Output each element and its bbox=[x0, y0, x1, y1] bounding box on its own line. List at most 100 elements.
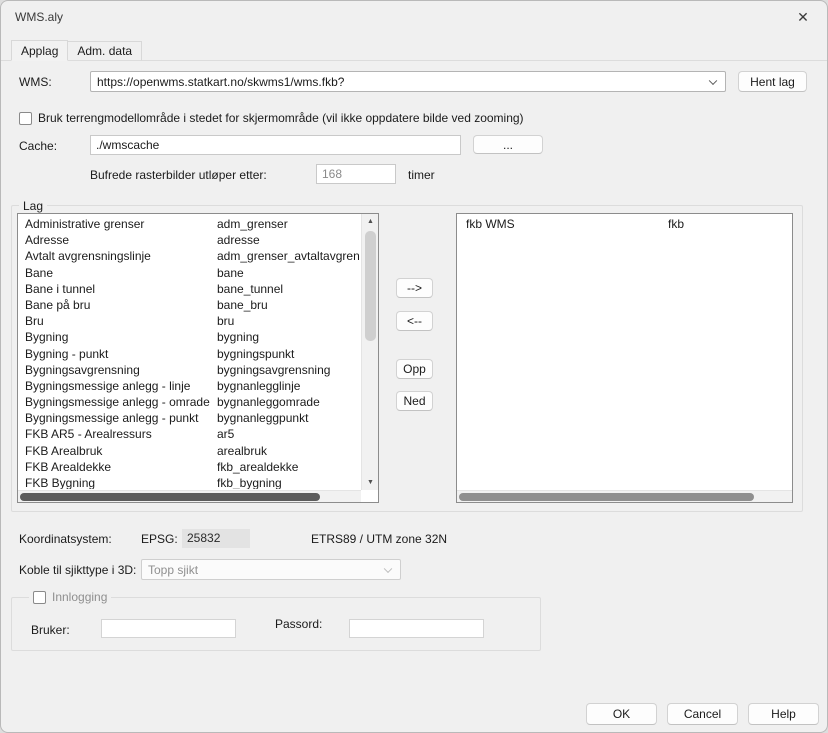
layer-name: Bru bbox=[19, 313, 217, 329]
checkbox-box-icon[interactable] bbox=[33, 591, 46, 604]
help-button[interactable]: Help bbox=[748, 703, 819, 725]
layer-name: Adresse bbox=[19, 232, 217, 248]
layer-code: fkb_arealdekke bbox=[217, 459, 360, 475]
list-item[interactable]: FKB Arealdekkefkb_arealdekke bbox=[19, 459, 360, 475]
horizontal-scroll-thumb[interactable] bbox=[459, 493, 754, 501]
scroll-up-icon[interactable]: ▲ bbox=[362, 214, 379, 229]
layer-name: Bane bbox=[19, 265, 217, 281]
wms-url-value: https://openwms.statkart.no/skwms1/wms.f… bbox=[97, 75, 344, 89]
list-item[interactable]: Administrative grenseradm_grenser bbox=[19, 216, 360, 232]
list-item[interactable]: Brubru bbox=[19, 313, 360, 329]
title-bar: WMS.aly ✕ bbox=[1, 1, 827, 33]
buffer-hours-input[interactable] bbox=[316, 164, 396, 184]
available-layers-list[interactable]: Administrative grenseradm_grenserAdresse… bbox=[17, 213, 379, 503]
tab-adm-data[interactable]: Adm. data bbox=[67, 41, 142, 61]
vertical-scroll-thumb[interactable] bbox=[365, 231, 376, 341]
horizontal-scrollbar[interactable] bbox=[18, 490, 361, 502]
available-layers-rows: Administrative grenseradm_grenserAdresse… bbox=[19, 216, 360, 489]
terrain-checkbox-label: Bruk terrengmodellområde i stedet for sk… bbox=[38, 111, 524, 125]
scroll-down-icon[interactable]: ▼ bbox=[362, 475, 379, 490]
list-item[interactable]: Avtalt avgrensningslinjeadm_grenser_avta… bbox=[19, 248, 360, 264]
list-item[interactable]: FKB Arealbrukarealbruk bbox=[19, 443, 360, 459]
move-right-button[interactable]: --> bbox=[396, 278, 433, 298]
layer-name: FKB Arealbruk bbox=[19, 443, 217, 459]
list-item[interactable]: Bygningsmessige anlegg - linjebygnanlegg… bbox=[19, 378, 360, 394]
epsg-value: 25832 bbox=[182, 529, 250, 548]
layer-name: Bane på bru bbox=[19, 297, 217, 313]
layer-name: Avtalt avgrensningslinje bbox=[19, 248, 217, 264]
list-item[interactable]: fkb WMSfkb bbox=[458, 216, 791, 232]
layer-name: Bygningsmessige anlegg - linje bbox=[19, 378, 217, 394]
passord-input[interactable] bbox=[349, 619, 484, 638]
layer-name: Administrative grenser bbox=[19, 216, 217, 232]
vertical-scrollbar[interactable]: ▲ ▼ bbox=[361, 214, 378, 490]
horizontal-scrollbar[interactable] bbox=[457, 490, 792, 502]
layer-name: Bygning bbox=[19, 329, 217, 345]
list-item[interactable]: FKB Bygningfkb_bygning bbox=[19, 475, 360, 489]
hent-lag-button[interactable]: Hent lag bbox=[738, 71, 807, 92]
sjikttype-value: Topp sjikt bbox=[148, 563, 198, 577]
selected-layers-list[interactable]: fkb WMSfkb bbox=[456, 213, 793, 503]
list-item[interactable]: Bygningbygning bbox=[19, 329, 360, 345]
layer-name: Bygningsmessige anlegg - punkt bbox=[19, 410, 217, 426]
horizontal-scroll-thumb[interactable] bbox=[20, 493, 320, 501]
layer-code: bru bbox=[217, 313, 360, 329]
layer-code: ar5 bbox=[217, 426, 360, 442]
layer-code: bygningsavgrensning bbox=[217, 362, 360, 378]
tab-applag[interactable]: Applag bbox=[11, 40, 68, 61]
list-item[interactable]: Banebane bbox=[19, 265, 360, 281]
layer-code: adm_grenser_avtaltavgrensn bbox=[217, 248, 360, 264]
window-title: WMS.aly bbox=[15, 10, 63, 24]
layer-code: bygnanleggomrade bbox=[217, 394, 360, 410]
list-item[interactable]: Bane på brubane_bru bbox=[19, 297, 360, 313]
passord-label: Passord: bbox=[275, 617, 322, 631]
list-item[interactable]: Bygningsmessige anlegg - punktbygnanlegg… bbox=[19, 410, 360, 426]
selected-layers-rows: fkb WMSfkb bbox=[458, 216, 791, 489]
layer-code: bygning bbox=[217, 329, 360, 345]
layer-code: bane bbox=[217, 265, 360, 281]
chevron-down-icon[interactable] bbox=[709, 76, 717, 84]
sjikttype-combobox[interactable]: Topp sjikt bbox=[141, 559, 401, 580]
layer-code: adresse bbox=[217, 232, 360, 248]
wms-label: WMS: bbox=[19, 75, 52, 89]
layer-name: FKB AR5 - Arealressurs bbox=[19, 426, 217, 442]
lag-group-label: Lag bbox=[19, 199, 47, 213]
koordinatsystem-label: Koordinatsystem: bbox=[19, 532, 112, 546]
buffer-unit-label: timer bbox=[408, 168, 435, 182]
list-item[interactable]: Bane i tunnelbane_tunnel bbox=[19, 281, 360, 297]
cache-path-input[interactable] bbox=[90, 135, 461, 155]
layer-name: Bygningsavgrensning bbox=[19, 362, 217, 378]
layer-name: FKB Arealdekke bbox=[19, 459, 217, 475]
layer-code: bygningspunkt bbox=[217, 346, 360, 362]
cancel-button[interactable]: Cancel bbox=[667, 703, 738, 725]
layer-code: arealbruk bbox=[217, 443, 360, 459]
close-icon[interactable]: ✕ bbox=[793, 9, 813, 26]
list-item[interactable]: Adresseadresse bbox=[19, 232, 360, 248]
bruker-label: Bruker: bbox=[31, 623, 70, 637]
buffer-label: Bufrede rasterbilder utløper etter: bbox=[90, 168, 267, 182]
move-up-button[interactable]: Opp bbox=[396, 359, 433, 379]
move-down-button[interactable]: Ned bbox=[396, 391, 433, 411]
move-left-button[interactable]: <-- bbox=[396, 311, 433, 331]
layer-name: Bygningsmessige anlegg - omrade bbox=[19, 394, 217, 410]
bruker-input[interactable] bbox=[101, 619, 236, 638]
innlogging-checkbox[interactable]: Innlogging bbox=[29, 590, 111, 604]
wms-url-combobox[interactable]: https://openwms.statkart.no/skwms1/wms.f… bbox=[90, 71, 726, 92]
ok-button[interactable]: OK bbox=[586, 703, 657, 725]
wms-dialog: WMS.aly ✕ Applag Adm. data WMS: https://… bbox=[0, 0, 828, 733]
layer-name: fkb WMS bbox=[458, 216, 668, 232]
layer-code: bane_tunnel bbox=[217, 281, 360, 297]
list-item[interactable]: FKB AR5 - Arealressursar5 bbox=[19, 426, 360, 442]
chevron-down-icon[interactable] bbox=[384, 564, 392, 572]
list-item[interactable]: Bygningsavgrensningbygningsavgrensning bbox=[19, 362, 360, 378]
layer-name: Bygning - punkt bbox=[19, 346, 217, 362]
layer-name: Bane i tunnel bbox=[19, 281, 217, 297]
checkbox-box-icon[interactable] bbox=[19, 112, 32, 125]
layer-code: bygnanleggpunkt bbox=[217, 410, 360, 426]
layer-code: fkb_bygning bbox=[217, 475, 360, 489]
terrain-checkbox[interactable]: Bruk terrengmodellområde i stedet for sk… bbox=[19, 111, 524, 125]
layer-code: bane_bru bbox=[217, 297, 360, 313]
list-item[interactable]: Bygningsmessige anlegg - omradebygnanleg… bbox=[19, 394, 360, 410]
list-item[interactable]: Bygning - punktbygningspunkt bbox=[19, 346, 360, 362]
browse-button[interactable]: ... bbox=[473, 135, 543, 154]
